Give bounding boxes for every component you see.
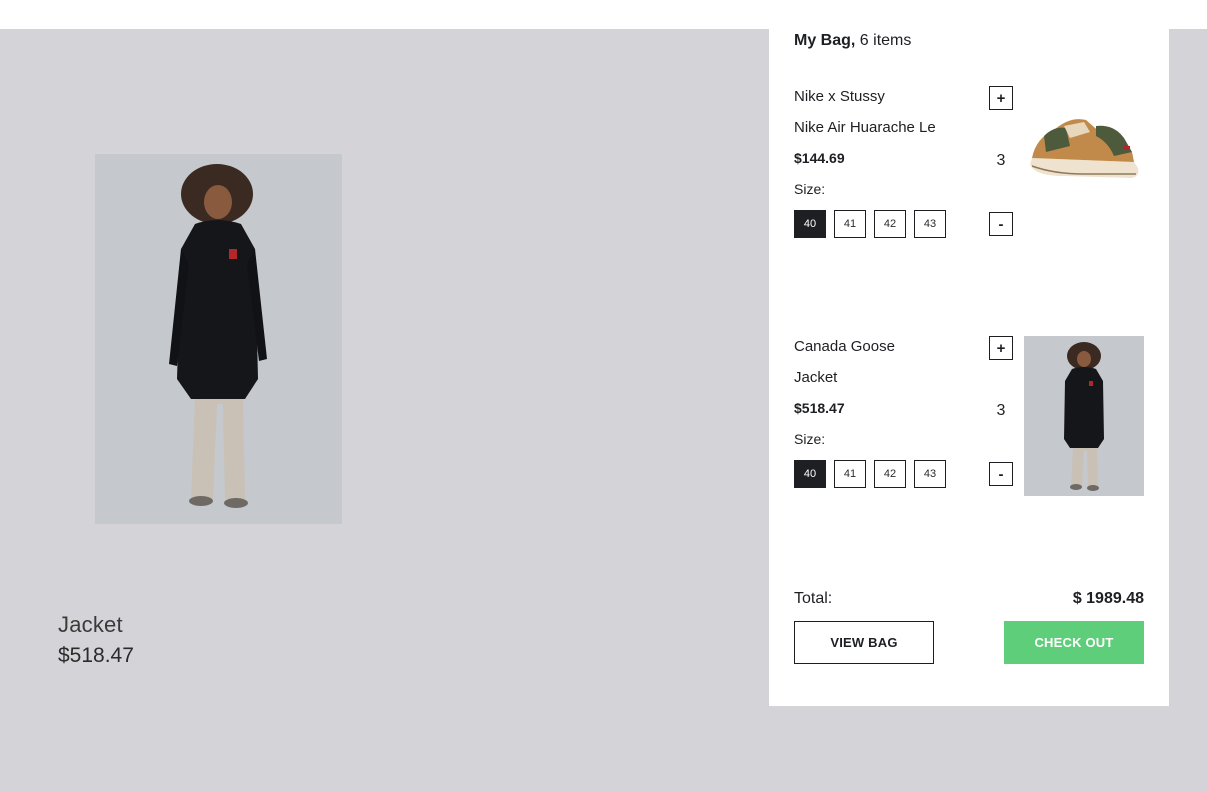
product-image[interactable] <box>95 154 342 524</box>
cart-title: My Bag, 6 items <box>794 32 911 50</box>
check-out-button[interactable]: CHECK OUT <box>1004 621 1144 664</box>
size-option-40[interactable]: 40 <box>794 460 826 488</box>
cart-item-size-label: Size: <box>794 181 826 197</box>
cart-item-brand: Canada Goose <box>794 338 895 355</box>
size-options: 40 41 42 43 <box>794 460 946 488</box>
product-name: Jacket <box>58 612 123 637</box>
size-option-43[interactable]: 43 <box>914 210 946 238</box>
quantity-value: 3 <box>996 402 1006 419</box>
decrease-quantity-button[interactable]: - <box>989 462 1013 486</box>
size-option-42[interactable]: 42 <box>874 210 906 238</box>
decrease-quantity-button[interactable]: - <box>989 212 1013 236</box>
cart-item-image <box>1024 86 1144 246</box>
cart-item: Nike x Stussy Nike Air Huarache Le $144.… <box>794 86 1144 256</box>
total-label: Total: <box>794 590 833 607</box>
increase-quantity-button[interactable]: + <box>989 336 1013 360</box>
cart-item: Canada Goose Jacket $518.47 Size: 40 41 … <box>794 336 1144 506</box>
jacket-model-illustration <box>1024 336 1144 496</box>
cart-item-name: Jacket <box>794 369 838 386</box>
size-option-43[interactable]: 43 <box>914 460 946 488</box>
product-card[interactable]: Jacket $518.47 <box>58 154 358 674</box>
size-option-41[interactable]: 41 <box>834 460 866 488</box>
mini-cart: My Bag, 6 items Nike x Stussy Nike Air H… <box>769 0 1169 706</box>
cart-item-image <box>1024 336 1144 496</box>
size-option-42[interactable]: 42 <box>874 460 906 488</box>
jacket-model-illustration <box>95 154 342 524</box>
total-value: $ 1989.48 <box>1072 590 1144 607</box>
cart-item-count: 6 items <box>855 32 912 49</box>
size-options: 40 41 42 43 <box>794 210 946 238</box>
cart-item-size-label: Size: <box>794 431 826 447</box>
cart-item-brand: Nike x Stussy <box>794 88 885 105</box>
quantity-value: 3 <box>996 152 1006 169</box>
cart-title-label: My Bag, <box>794 32 856 49</box>
increase-quantity-button[interactable]: + <box>989 86 1013 110</box>
size-option-41[interactable]: 41 <box>834 210 866 238</box>
size-option-40[interactable]: 40 <box>794 210 826 238</box>
cart-item-price: $518.47 <box>794 400 845 416</box>
view-bag-button[interactable]: VIEW BAG <box>794 621 934 664</box>
sneaker-illustration <box>1024 86 1144 246</box>
product-price: $518.47 <box>58 644 134 667</box>
cart-item-name: Nike Air Huarache Le <box>794 119 936 136</box>
cart-item-price: $144.69 <box>794 150 845 166</box>
